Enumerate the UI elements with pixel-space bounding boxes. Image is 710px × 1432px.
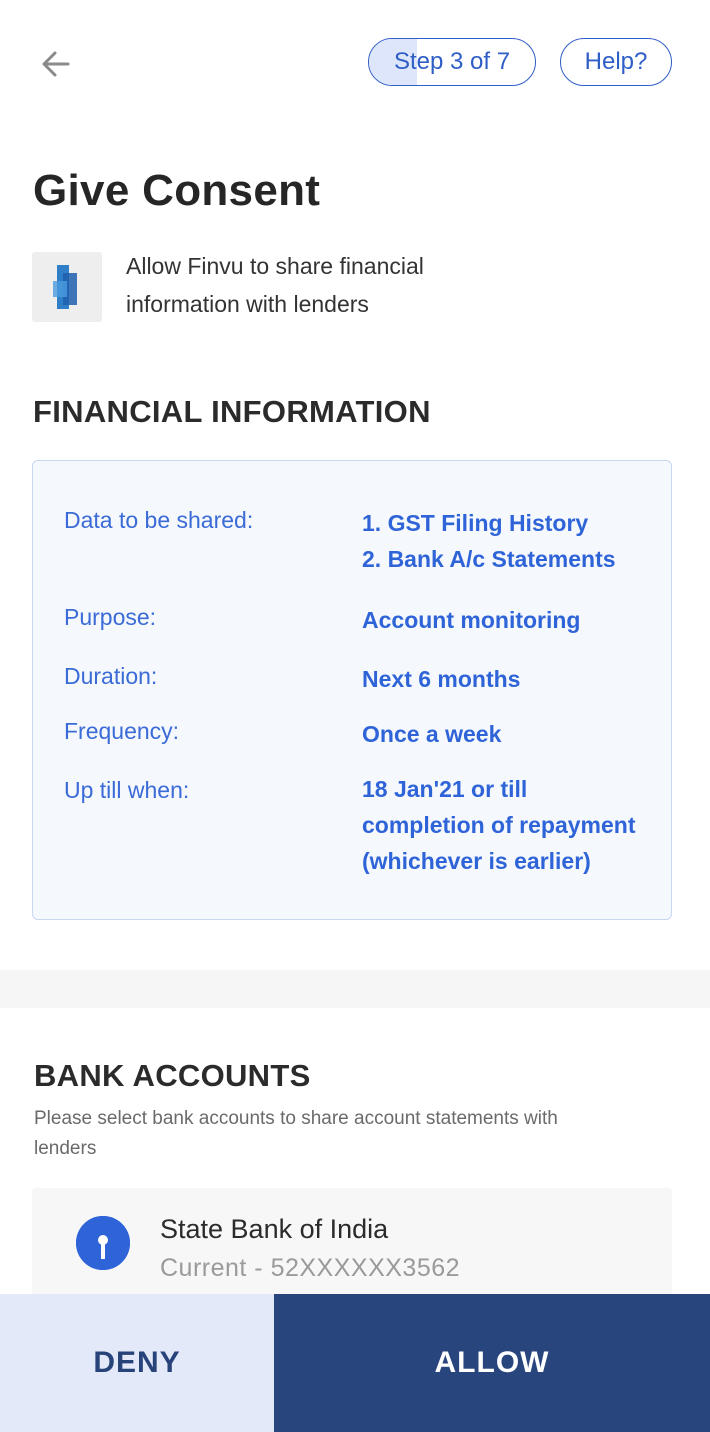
info-value-line: 2. Bank A/c Statements bbox=[362, 546, 616, 572]
info-value: 18 Jan'21 or till completion of repaymen… bbox=[362, 771, 662, 879]
bank-account-number: Current - 52XXXXXX3562 bbox=[160, 1254, 461, 1282]
deny-button[interactable]: DENY bbox=[0, 1294, 274, 1432]
arrow-left-icon bbox=[42, 51, 70, 77]
info-label: Purpose: bbox=[64, 604, 157, 630]
info-label: Frequency: bbox=[64, 718, 180, 744]
info-value-line: Next 6 months bbox=[362, 666, 521, 692]
financial-info-card: Data to be shared: 1. GST Filing History… bbox=[32, 460, 672, 920]
sbi-logo-icon bbox=[76, 1216, 130, 1270]
step-indicator: Step 3 of 7 bbox=[368, 38, 536, 86]
allow-button[interactable]: ALLOW bbox=[274, 1294, 710, 1432]
info-value-line: 18 Jan'21 or till bbox=[362, 776, 528, 802]
info-value-line: 1. GST Filing History bbox=[362, 510, 589, 536]
info-value-line: completion of repayment bbox=[362, 812, 636, 838]
consent-description: Allow Finvu to share financial informati… bbox=[126, 253, 424, 317]
info-label: Duration: bbox=[64, 663, 158, 689]
bank-accounts-description: Please select bank accounts to share acc… bbox=[34, 1108, 558, 1159]
info-value: 1. GST Filing History 2. Bank A/c Statem… bbox=[362, 505, 662, 577]
info-label: Data to be shared: bbox=[64, 507, 254, 533]
page-title: Give Consent bbox=[33, 166, 321, 215]
info-value: Account monitoring bbox=[362, 602, 662, 638]
bank-name: State Bank of India bbox=[160, 1214, 389, 1244]
back-button[interactable] bbox=[34, 42, 78, 86]
financial-info-title: FINANCIAL INFORMATION bbox=[33, 394, 431, 429]
info-value-line: Account monitoring bbox=[362, 607, 581, 633]
info-label: Up till when: bbox=[64, 777, 190, 803]
info-value-line: (whichever is earlier) bbox=[362, 848, 591, 874]
info-value: Once a week bbox=[362, 716, 662, 752]
bank-accounts-title: BANK ACCOUNTS bbox=[34, 1058, 311, 1093]
section-divider bbox=[0, 970, 710, 1008]
info-value: Next 6 months bbox=[362, 661, 662, 697]
help-button[interactable]: Help? bbox=[560, 38, 672, 86]
finvu-logo-icon bbox=[32, 252, 102, 322]
info-value-line: Once a week bbox=[362, 721, 502, 747]
step-label: Step 3 of 7 bbox=[393, 48, 511, 75]
action-footer: DENY ALLOW bbox=[0, 1294, 710, 1432]
consent-screen: Step 3 of 7 Help? Give Consent Allow Fin… bbox=[0, 0, 710, 1432]
bank-account-item[interactable]: State Bank of India Current - 52XXXXXX35… bbox=[32, 1188, 672, 1308]
